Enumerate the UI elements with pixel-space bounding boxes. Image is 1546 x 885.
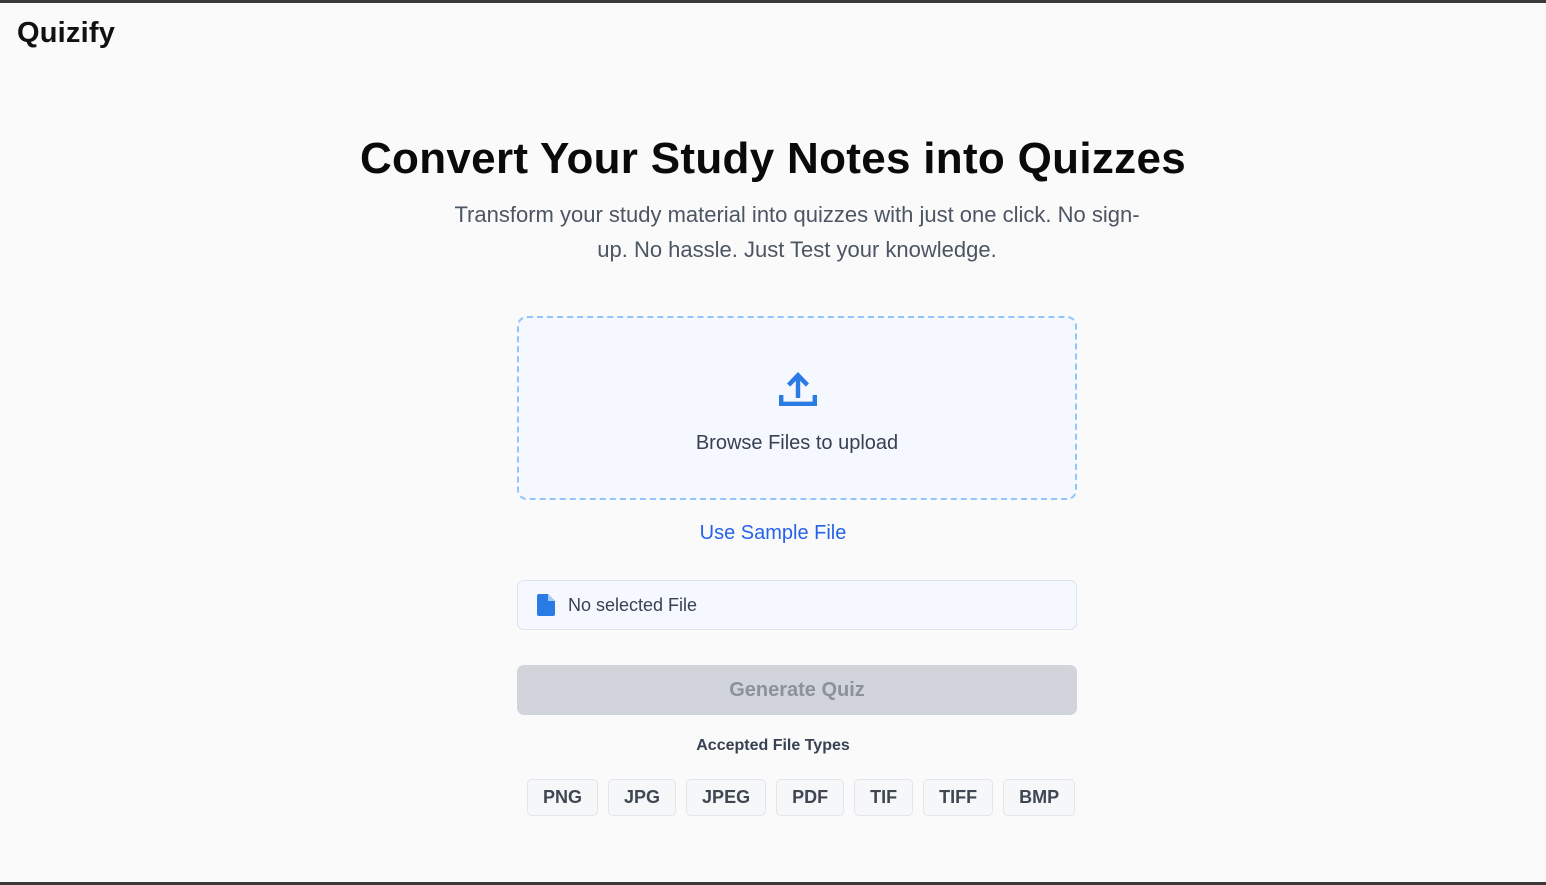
file-type-chip: BMP [1003,779,1076,816]
file-icon [537,594,555,616]
file-type-chip: PDF [776,779,845,816]
file-type-chip: JPG [608,779,677,816]
selected-file-text: No selected File [568,595,698,615]
generate-quiz-button[interactable]: Generate Quiz [517,665,1077,715]
use-sample-file-link[interactable]: Use Sample File [0,522,1546,545]
upload-icon [779,372,817,406]
page: Quizify Convert Your Study Notes into Qu… [0,0,1546,885]
file-type-chip: TIF [854,779,914,816]
brand-logo[interactable]: Quizify [17,17,115,50]
file-dropzone[interactable]: Browse Files to upload [517,316,1077,500]
selected-file-display: No selected File [517,580,1077,630]
file-type-chip: PNG [527,779,599,816]
file-type-chip: JPEG [686,779,767,816]
dropzone-label: Browse Files to upload [695,432,899,454]
page-subtitle: Transform your study material into quizz… [454,202,1140,262]
accepted-file-types-label: Accepted File Types [696,737,850,754]
file-type-chip: TIFF [923,779,994,816]
page-title: Convert Your Study Notes into Quizzes [359,134,1186,183]
accepted-file-types-list: PNG JPG JPEG PDF TIF TIFF BMP [527,779,1076,816]
